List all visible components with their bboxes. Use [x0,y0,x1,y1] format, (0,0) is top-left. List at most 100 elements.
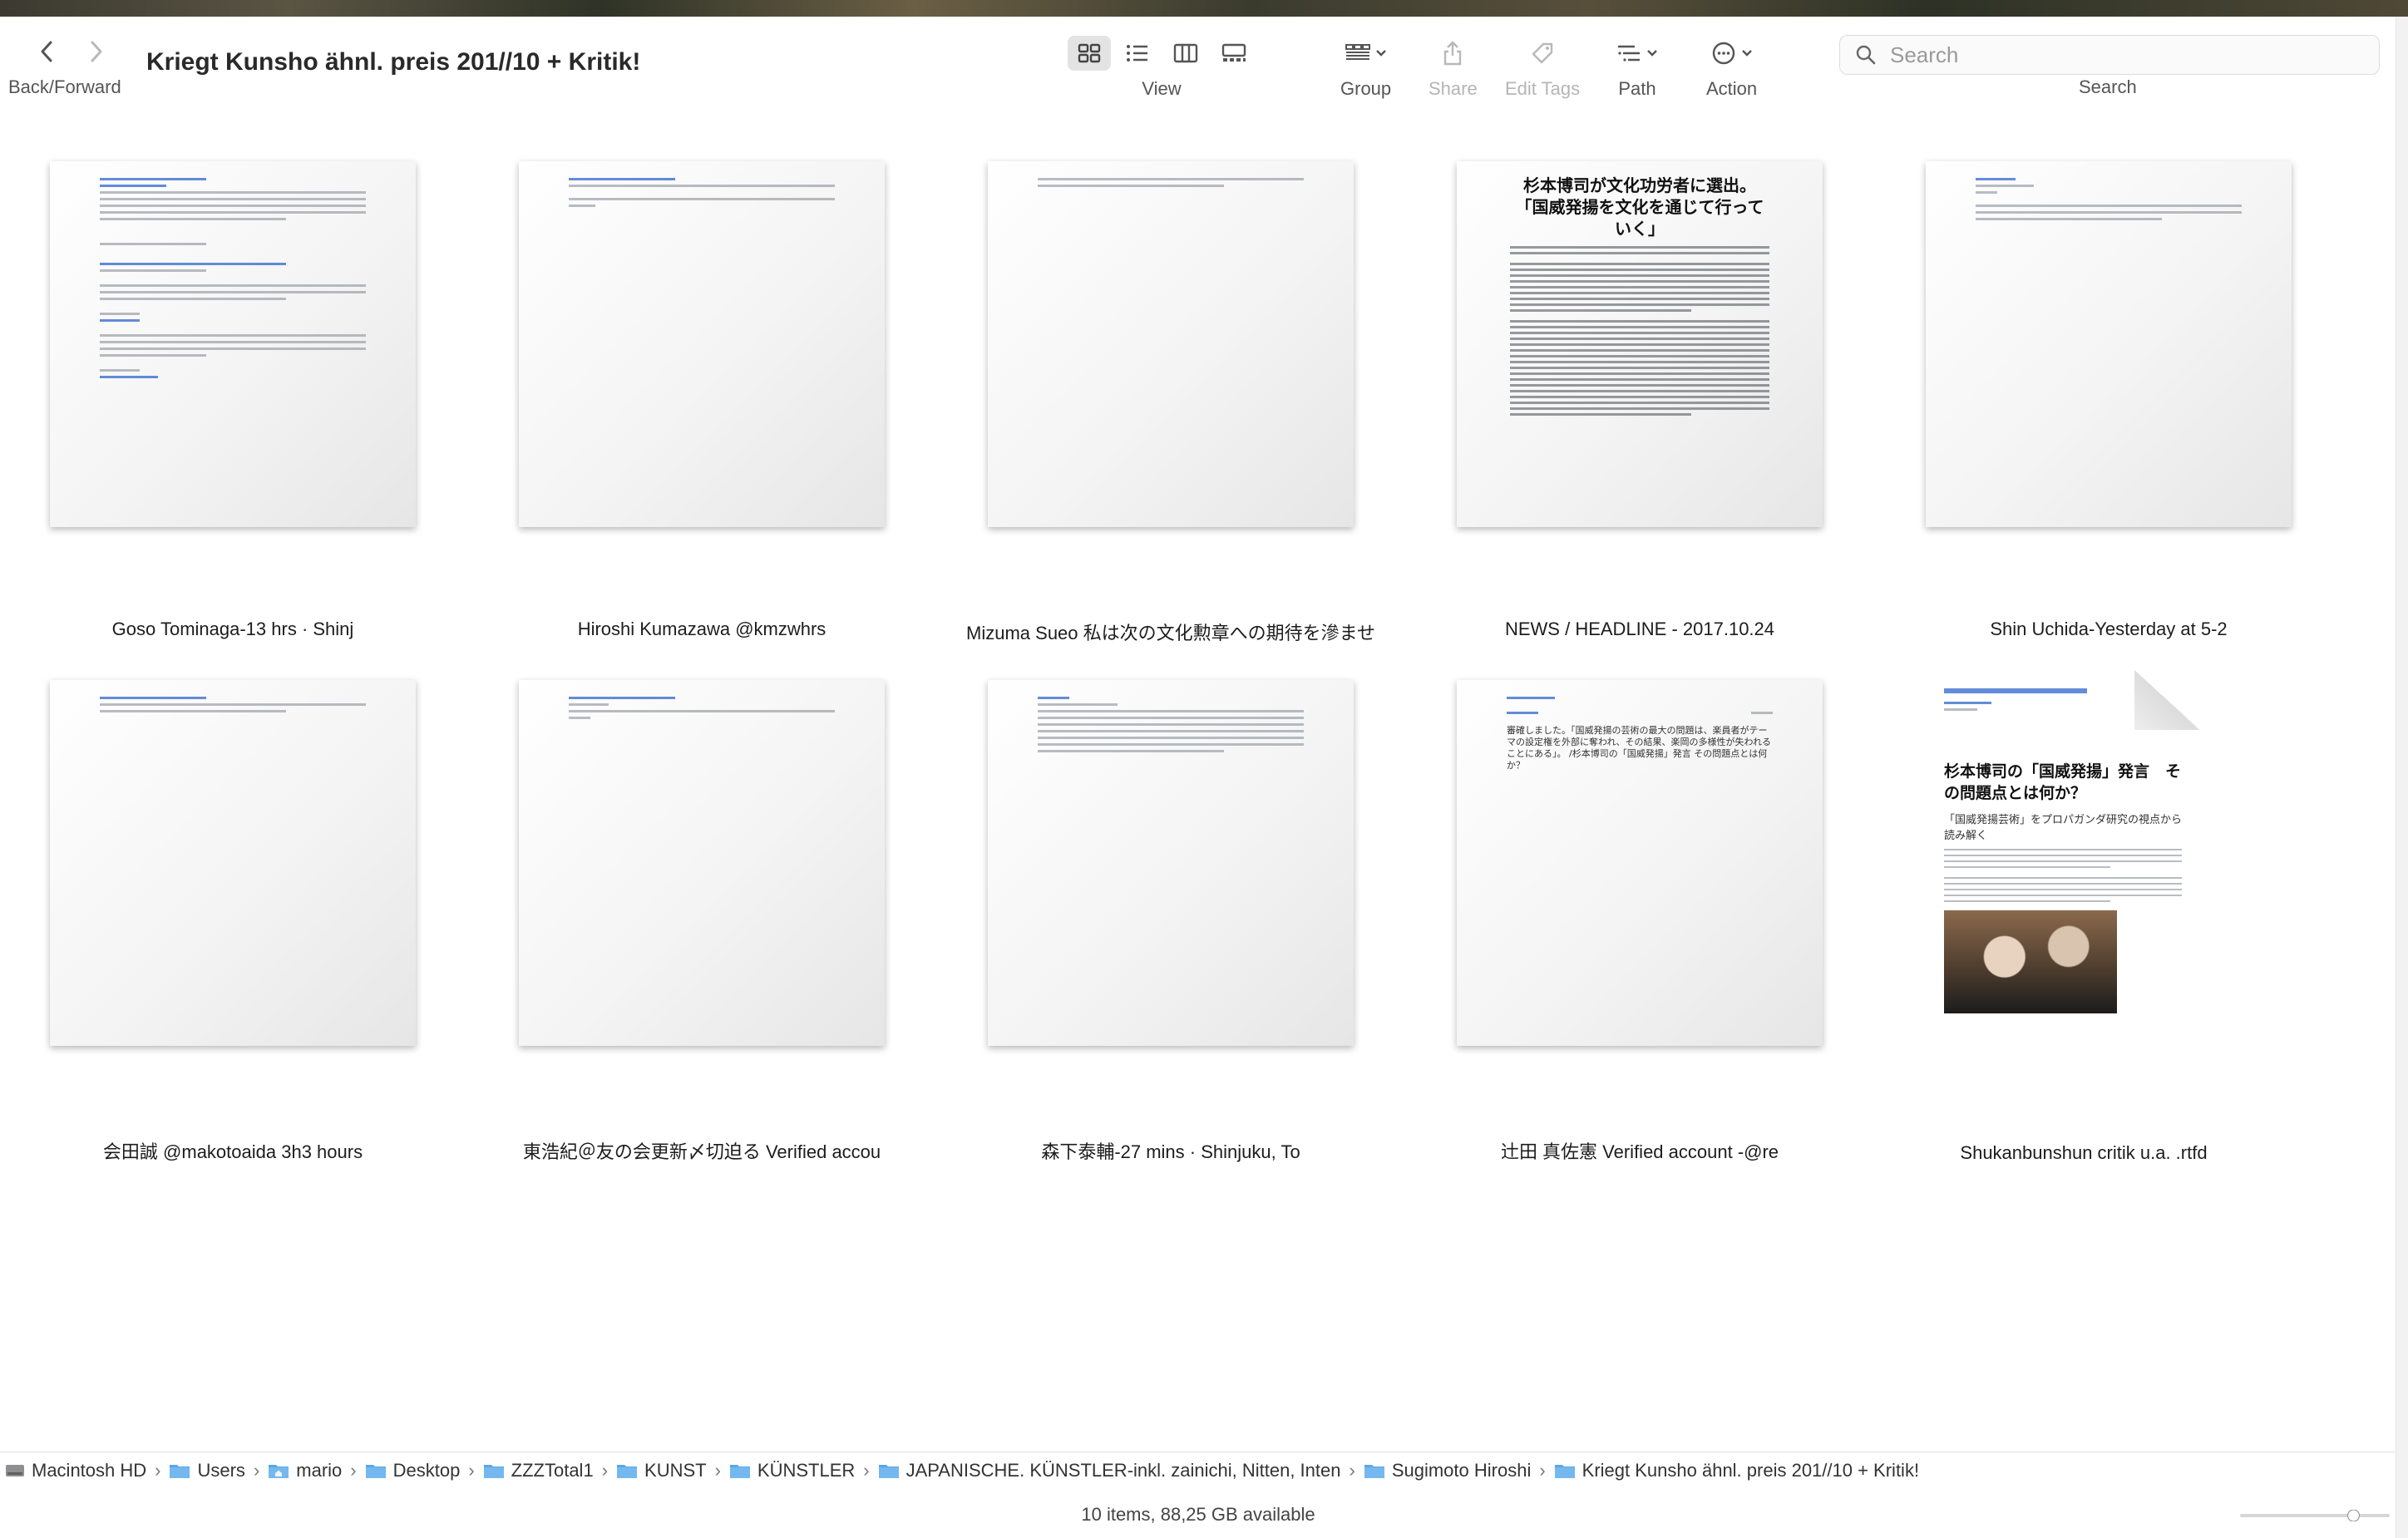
search-icon [1856,45,1876,65]
folder-icon [729,1464,750,1478]
share-label: Share [1429,78,1478,99]
path-separator-icon: › [155,1459,161,1481]
file-item[interactable]: Hiroshi Kumazawa @kmzwhrs [436,161,885,639]
path-item[interactable]: Kriegt Kunsho ähnl. preis 201//10 + Krit… [1554,1460,1919,1481]
window-edge [2396,17,2408,1538]
path-item[interactable]: Users [169,1459,245,1481]
view-control: View [1068,33,1256,100]
window-title: Kriegt Kunsho ähnl. preis 201//10 + Krit… [146,48,641,76]
path-item[interactable]: Sugimoto Hiroshi [1364,1460,1531,1481]
chevron-down-icon [1741,50,1752,57]
rtfd-preview-title: 杉本博司の「国威発揚」発言 その問題点とは何か？ [1944,762,2182,802]
chevron-left-icon [41,41,52,62]
chevron-down-icon [1647,50,1657,57]
file-item[interactable]: 東浩紀＠友の会更新〆切迫る Verified accou [436,680,885,1162]
path-button[interactable]: Path [1616,33,1658,100]
tweet-preview-text: 審確しました。「国威発揚の芸術の最大の問題は、楽員者がテーマの設定権を外部に奪わ… [1507,725,1772,771]
hard-drive-icon [6,1464,24,1476]
document-thumbnail: 杉本博司が文化功労者に選出。 「国威発揚を文化を通じて行っていく」 [1457,161,1823,527]
path-item[interactable]: JAPANISCHE. KÜNSTLER-inkl. zainichi, Nit… [878,1459,1341,1481]
file-name: Mizuma Sueo 私は次の文化勲章への期待を滲ませ [966,623,1375,643]
view-label: View [1142,78,1182,99]
back-forward-label: Back/Forward [8,76,121,97]
path-item[interactable]: Desktop [365,1459,461,1481]
folder-icon [617,1464,638,1478]
news-preview-heading-1: 杉本博司が文化功労者に選出。 [1523,175,1756,195]
file-item[interactable]: 杉本博司が文化功労者に選出。 「国威発揚を文化を通じて行っていく」 NEWS /… [1374,161,1823,639]
document-thumbnail [1926,161,2292,527]
file-item[interactable]: 審確しました。「国威発揚の芸術の最大の問題は、楽員者がテーマの設定権を外部に奪わ… [1374,680,1823,1162]
path-item-label: JAPANISCHE. KÜNSTLER-inkl. zainichi, Nit… [905,1459,1341,1481]
forward-button[interactable] [83,38,110,65]
icon-view-button[interactable] [1068,36,1111,71]
path-separator-icon: › [863,1459,870,1481]
path-label: Path [1618,78,1656,99]
document-thumbnail [519,680,885,1046]
path-bar: Macintosh HD › Users › mario › Desktop › ZZZTota… [0,1452,2396,1488]
path-item[interactable]: mario [268,1460,342,1481]
path-separator-icon: › [1539,1459,1546,1481]
icon-size-slider[interactable] [2240,1510,2390,1521]
file-item[interactable]: Goso Tominaga-13 hrs · Shinj [0,161,416,639]
document-thumbnail [519,161,885,527]
path-item[interactable]: KÜNSTLER [729,1460,855,1481]
file-name: Shin Uchida-Yesterday at 5-2 [1990,619,2228,639]
rtfd-preview-subtitle: 「国威発揚芸術」をプロパガンダ研究の視点から読み解く [1944,814,2183,842]
file-item[interactable]: 杉本博司の「国威発揚」発言 その問題点とは何か？ 「国威発揚芸術」をプロパガンダ… [1843,670,2275,1163]
share-icon [1444,41,1462,66]
rtfd-preview-body [1944,849,2182,902]
share-button[interactable]: Share [1429,33,1478,100]
column-view-button[interactable] [1164,36,1207,71]
path-item-label: mario [296,1459,343,1481]
folder-icon [1554,1464,1575,1478]
desktop-background-strip [0,0,2408,17]
file-name: 辻田 真佐憲 Verified account -@re [1500,1141,1779,1162]
file-item[interactable]: Shin Uchida-Yesterday at 5-2 [1843,161,2292,639]
slider-knob[interactable] [2346,1510,2361,1521]
group-button[interactable]: Group [1340,33,1391,100]
path-separator-icon: › [714,1459,721,1481]
path-icon [1618,45,1640,62]
document-thumbnail [988,680,1354,1046]
file-item[interactable]: 森下泰輔-27 mins · Shinjuku, To [905,680,1354,1162]
path-item-label: Users [197,1459,245,1481]
path-item-label: Macintosh HD [32,1459,147,1481]
file-item[interactable]: Mizuma Sueo 私は次の文化勲章への期待を滲ませ [905,161,1375,643]
home-folder-icon [269,1464,289,1478]
file-name: 森下泰輔-27 mins · Shinjuku, To [1041,1141,1300,1162]
group-label: Group [1340,78,1392,99]
back-button[interactable] [33,38,60,65]
document-thumbnail [50,161,416,527]
folder-icon [1364,1464,1384,1478]
article-photo [1944,910,2117,1013]
path-separator-icon: › [253,1459,260,1481]
list-view-button[interactable] [1116,36,1159,71]
path-item[interactable]: Macintosh HD [5,1460,146,1481]
gallery-view-button[interactable] [1212,36,1256,71]
news-preview-heading-2: 「国威発揚を文化を通じて行っていく」 [1515,197,1764,239]
search-field[interactable] [1839,35,2380,75]
path-separator-icon: › [468,1459,475,1481]
file-name: NEWS / HEADLINE - 2017.10.24 [1504,619,1775,639]
path-item[interactable]: ZZZTotal1 [483,1460,594,1481]
path-item-label: Desktop [392,1459,461,1481]
path-separator-icon: › [601,1459,609,1481]
folder-icon [170,1464,190,1478]
file-name: Goso Tominaga-13 hrs · Shinj [111,619,354,639]
file-item[interactable]: 会田誠 @makotoaida 3h3 hours [0,680,416,1162]
action-button[interactable]: Action [1706,33,1757,100]
folder-icon [483,1464,504,1478]
file-name: Shukanbunshun critik u.a. .rtfd [1960,1142,2208,1163]
document-thumbnail: 審確しました。「国威発揚の芸術の最大の問題は、楽員者がテーマの設定権を外部に奪わ… [1457,680,1823,1046]
list-icon [1127,45,1147,62]
edit-tags-button[interactable]: Edit Tags [1505,33,1580,100]
chevron-right-icon [91,41,102,62]
search-input[interactable] [1888,41,2357,69]
back-forward-controls [33,38,110,65]
file-name: 東浩紀＠友の会更新〆切迫る Verified accou [522,1141,881,1162]
path-item-label: KUNST [644,1459,707,1481]
status-bar: 10 items, 88,25 GB available [0,1498,2396,1531]
folder-icon [878,1464,899,1478]
path-item[interactable]: KUNST [616,1460,707,1481]
path-separator-icon: › [1349,1459,1355,1481]
